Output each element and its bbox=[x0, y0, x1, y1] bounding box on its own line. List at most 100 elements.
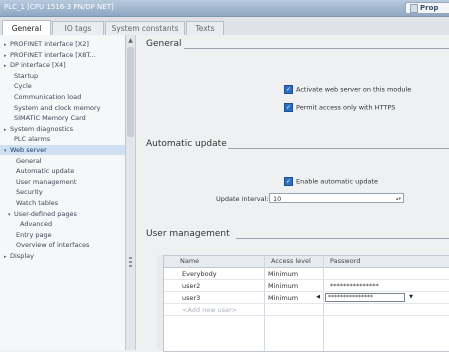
user-access: Minimum bbox=[268, 270, 299, 278]
tab-io-tags[interactable]: IO tags bbox=[52, 21, 104, 35]
user-password: *************** bbox=[330, 282, 379, 290]
tree-item[interactable]: PLC alarms bbox=[0, 134, 125, 144]
tree-item-label: Automatic update bbox=[16, 167, 75, 176]
checkbox-checked-icon[interactable]: ✓ bbox=[284, 177, 293, 186]
property-tabs: General IO tags System constants Texts bbox=[0, 17, 449, 36]
tree-item[interactable]: Entry page bbox=[0, 230, 125, 240]
activate-webserver-label: Activate web server on this module bbox=[296, 85, 412, 94]
tree-item-label: Cycle bbox=[14, 82, 32, 91]
tree-item-label: Startup bbox=[14, 71, 39, 80]
tree-item[interactable]: Advanced bbox=[0, 219, 125, 229]
tree-item-label: PLC alarms bbox=[14, 135, 51, 144]
col-header-name[interactable]: Name bbox=[180, 257, 199, 265]
tree-scrollbar[interactable]: ▲ bbox=[126, 35, 136, 350]
tree-item[interactable]: System and clock memory bbox=[0, 103, 125, 113]
user-access: Minimum bbox=[268, 282, 299, 290]
tree-item[interactable]: Startup bbox=[0, 71, 125, 81]
tree-item-label: Advanced bbox=[20, 220, 53, 229]
tree-item[interactable]: Automatic update bbox=[0, 166, 125, 176]
tree-item[interactable]: ▸ System diagnostics bbox=[0, 124, 125, 134]
section-divider bbox=[184, 48, 449, 49]
password-value: *************** bbox=[328, 294, 373, 301]
tree-item[interactable]: ▸ Display bbox=[0, 251, 125, 261]
tree-item-label: General bbox=[16, 156, 42, 165]
tree-item-label: Entry page bbox=[16, 230, 52, 239]
update-interval-input[interactable]: 10 ▴▾ bbox=[269, 193, 404, 203]
tree-item-label: Web server bbox=[10, 146, 47, 154]
user-table: Name Access level Password Everybody Min… bbox=[163, 255, 449, 352]
add-new-user[interactable]: <Add new user> bbox=[182, 306, 237, 314]
tree-item[interactable]: Security bbox=[0, 187, 125, 197]
user-name: Everybody bbox=[182, 270, 217, 278]
tree-item-label: DP interface [X4] bbox=[10, 61, 66, 70]
splitter-grip[interactable] bbox=[129, 257, 132, 259]
tree-item-label: PROFINET interface [X2] bbox=[10, 40, 89, 48]
tree-item-label: Communication load bbox=[14, 93, 82, 101]
properties-tab-label: Prop bbox=[420, 4, 439, 12]
https-only-option[interactable]: ✓ Permit access only with HTTPS bbox=[284, 103, 395, 112]
properties-tab[interactable]: Prop bbox=[405, 2, 449, 14]
settings-tree: ▸ PROFINET interface [X2] ▸ PROFINET interf… bbox=[0, 35, 126, 350]
tree-item-label: User management bbox=[16, 177, 77, 186]
checkbox-checked-icon[interactable]: ✓ bbox=[284, 103, 293, 112]
table-header: Name Access level Password bbox=[164, 256, 449, 268]
tree-item[interactable]: Overview of interfaces bbox=[0, 240, 125, 250]
window-title: PLC_1 [CPU 1516-3 PN/DP NET] bbox=[4, 3, 114, 11]
tree-item[interactable]: ▸ PROFINET interface [X2] bbox=[0, 39, 125, 49]
section-auto-update-title: Automatic update bbox=[146, 139, 227, 149]
tree-item-label: User-defined pages bbox=[14, 209, 77, 218]
spinner-icon[interactable]: ▴▾ bbox=[396, 194, 401, 204]
update-interval-label: Update interval: bbox=[216, 195, 269, 203]
section-general-title: General bbox=[146, 39, 182, 49]
section-divider bbox=[236, 238, 449, 239]
update-interval-value: 10 bbox=[273, 195, 282, 203]
password-input[interactable]: *************** bbox=[325, 293, 405, 302]
table-row-add-new[interactable]: <Add new user> bbox=[164, 304, 449, 316]
tree-item-label: SIMATIC Memory Card bbox=[14, 114, 86, 123]
table-row[interactable]: Everybody Minimum bbox=[164, 268, 449, 280]
tree-item-label: System diagnostics bbox=[10, 124, 74, 133]
title-bar: PLC_1 [CPU 1516-3 PN/DP NET] Prop bbox=[0, 0, 449, 17]
tree-item[interactable]: ▾ Web server bbox=[0, 145, 125, 155]
tree-item-label: Overview of interfaces bbox=[16, 241, 90, 250]
enable-auto-update-label: Enable automatic update bbox=[296, 177, 379, 186]
col-header-password[interactable]: Password bbox=[330, 257, 360, 265]
tree-item-label: Watch tables bbox=[16, 199, 59, 207]
tab-texts[interactable]: Texts bbox=[186, 21, 224, 35]
table-row[interactable]: user3 Minimum ◀ *************** ▼ bbox=[164, 292, 449, 304]
enable-auto-update-option[interactable]: ✓ Enable automatic update bbox=[284, 177, 378, 186]
tree-item[interactable]: General bbox=[0, 156, 125, 166]
tree-item[interactable]: Watch tables bbox=[0, 198, 125, 208]
splitter-grip[interactable] bbox=[129, 265, 132, 267]
tree-item[interactable]: Communication load bbox=[0, 92, 125, 102]
table-row[interactable]: user2 Minimum *************** bbox=[164, 280, 449, 292]
section-user-mgmt-title: User management bbox=[146, 229, 230, 239]
section-divider bbox=[228, 148, 449, 149]
access-dropdown-icon[interactable]: ◀ bbox=[314, 293, 322, 302]
tab-general[interactable]: General bbox=[2, 20, 51, 36]
tree-item[interactable]: Cycle bbox=[0, 81, 125, 91]
checkbox-checked-icon[interactable]: ✓ bbox=[284, 85, 293, 94]
tab-system-constants[interactable]: System constants bbox=[105, 21, 185, 35]
tree-item-label: PROFINET interface [X8T... bbox=[10, 50, 96, 59]
scroll-up-icon[interactable]: ▲ bbox=[127, 37, 134, 44]
user-name: user2 bbox=[182, 282, 201, 290]
tree-item[interactable]: User management bbox=[0, 177, 125, 187]
user-access: Minimum bbox=[268, 294, 299, 302]
col-header-access[interactable]: Access level bbox=[271, 257, 311, 265]
tree-item[interactable]: ▸ PROFINET interface [X8T... bbox=[0, 50, 125, 60]
tree-item[interactable]: ▸ DP interface [X4] bbox=[0, 60, 125, 70]
tree-item[interactable]: SIMATIC Memory Card bbox=[0, 113, 125, 123]
tree-item-label: Security bbox=[16, 188, 43, 197]
activate-webserver-option[interactable]: ✓ Activate web server on this module bbox=[284, 85, 411, 94]
tree-item-label: Display bbox=[10, 252, 34, 260]
tree-item[interactable]: ▾ User-defined pages bbox=[0, 209, 125, 219]
splitter-grip[interactable] bbox=[129, 261, 132, 263]
settings-content: General ✓ Activate web server on this mod… bbox=[136, 35, 449, 352]
properties-icon bbox=[410, 3, 418, 13]
password-dropdown-icon[interactable]: ▼ bbox=[407, 293, 415, 302]
tree-item-label: System and clock memory bbox=[14, 103, 101, 112]
https-only-label: Permit access only with HTTPS bbox=[296, 103, 396, 112]
scroll-thumb[interactable] bbox=[127, 47, 134, 137]
user-name: user3 bbox=[182, 294, 201, 302]
